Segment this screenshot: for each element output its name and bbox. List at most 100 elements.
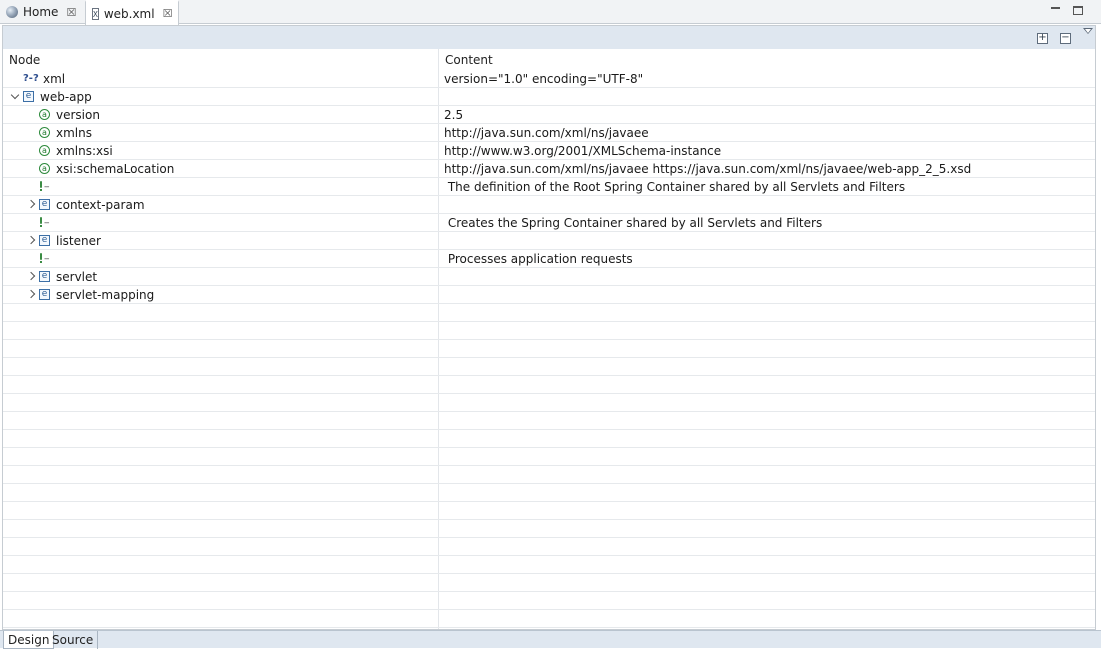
table-row[interactable]: e listener: [3, 232, 1095, 250]
node-cell: e listener: [25, 232, 101, 249]
table-row[interactable]: e web-app: [3, 88, 1095, 106]
table-row[interactable]: a xmlns:xsi http://www.w3.org/2001/XMLSche…: [3, 142, 1095, 160]
content-cell[interactable]: 2.5: [444, 106, 463, 123]
table-row[interactable]: ?-? xml version="1.0" encoding="UTF-8": [3, 70, 1095, 88]
table-row[interactable]: e servlet: [3, 268, 1095, 286]
xml-file-icon: X: [92, 7, 99, 20]
editor-tab-bar: Home ☒ X web.xml ☒: [0, 0, 1101, 25]
node-label: xmlns: [56, 125, 92, 140]
element-icon: e: [23, 91, 34, 102]
empty-row: [3, 340, 1095, 358]
comment-icon: --: [39, 181, 55, 192]
tab-home[interactable]: Home ☒: [0, 0, 84, 24]
comment-marker: --: [44, 218, 49, 228]
content-cell[interactable]: version="1.0" encoding="UTF-8": [444, 70, 643, 87]
maximize-button[interactable]: [1071, 3, 1085, 17]
tab-design[interactable]: Design: [3, 631, 55, 649]
empty-row: [3, 520, 1095, 538]
table-row[interactable]: -- Processes application requests: [3, 250, 1095, 268]
minus-box-icon[interactable]: −: [1060, 33, 1071, 44]
chevron-right-icon[interactable]: [25, 235, 36, 246]
empty-row: [3, 448, 1095, 466]
node-cell: --: [25, 250, 59, 267]
content-cell[interactable]: Processes application requests: [444, 250, 633, 267]
element-icon: e: [39, 199, 50, 210]
empty-row: [3, 430, 1095, 448]
node-cell: --: [25, 214, 59, 231]
table-row[interactable]: e servlet-mapping: [3, 286, 1095, 304]
node-cell: --: [25, 178, 59, 195]
plus-box-icon[interactable]: +: [1037, 33, 1048, 44]
tab-home-label: Home: [23, 5, 59, 19]
empty-row: [3, 394, 1095, 412]
comment-marker: --: [44, 182, 49, 192]
empty-row: [3, 484, 1095, 502]
empty-row: [3, 538, 1095, 556]
content-cell[interactable]: Creates the Spring Container shared by a…: [444, 214, 822, 231]
empty-row: [3, 592, 1095, 610]
table-row[interactable]: -- The definition of the Root Spring Con…: [3, 178, 1095, 196]
node-label: xsi:schemaLocation: [56, 161, 175, 176]
processing-instruction-icon: ?-?: [23, 73, 39, 84]
close-icon[interactable]: ☒: [66, 7, 76, 18]
element-icon: e: [39, 235, 50, 246]
element-icon: e: [39, 289, 50, 300]
content-cell[interactable]: The definition of the Root Spring Contai…: [444, 178, 905, 195]
node-label: version: [56, 107, 100, 122]
globe-icon: [6, 6, 18, 18]
node-cell: e servlet-mapping: [25, 286, 154, 303]
page-tab-bar: Design Source: [0, 630, 1101, 649]
tab-source[interactable]: Source: [48, 631, 99, 649]
content-cell[interactable]: http://www.w3.org/2001/XMLSchema-instanc…: [444, 142, 721, 159]
column-header-content[interactable]: Content: [445, 53, 493, 67]
node-cell: e web-app: [9, 88, 92, 105]
empty-row: [3, 376, 1095, 394]
empty-row: [3, 610, 1095, 628]
node-cell: a xmlns:xsi: [25, 142, 113, 159]
node-label: xml: [43, 71, 66, 86]
node-cell: e servlet: [25, 268, 97, 285]
empty-row: [3, 412, 1095, 430]
node-label: web-app: [40, 89, 92, 104]
node-cell: a xsi:schemaLocation: [25, 160, 174, 177]
table-header: Node Content: [3, 49, 1095, 70]
empty-row: [3, 466, 1095, 484]
attribute-icon: a: [39, 145, 50, 156]
table-row[interactable]: e context-param: [3, 196, 1095, 214]
element-icon: e: [39, 271, 50, 282]
xml-design-editor: + − Node Content ?-? xml version="1.0" enc…: [2, 25, 1096, 630]
minimize-button[interactable]: [1048, 3, 1062, 17]
chevron-right-icon[interactable]: [25, 271, 36, 282]
table-row[interactable]: a xmlns http://java.sun.com/xml/ns/javaee: [3, 124, 1095, 142]
table-row[interactable]: a xsi:schemaLocation http://java.sun.com/x…: [3, 160, 1095, 178]
comment-marker: --: [44, 254, 49, 264]
node-cell: e context-param: [25, 196, 145, 213]
comment-icon: --: [39, 217, 55, 228]
comment-icon: --: [39, 253, 55, 264]
content-cell[interactable]: http://java.sun.com/xml/ns/javaee https:…: [444, 160, 971, 177]
column-header-node[interactable]: Node: [9, 53, 40, 67]
node-label: listener: [56, 233, 101, 248]
attribute-icon: a: [39, 109, 50, 120]
empty-row: [3, 322, 1095, 340]
editor-toolbar: + −: [3, 26, 1095, 49]
node-label: servlet: [56, 269, 98, 284]
table-row[interactable]: a version 2.5: [3, 106, 1095, 124]
node-cell: ?-? xml: [9, 70, 65, 87]
attribute-icon: a: [39, 163, 50, 174]
content-cell[interactable]: http://java.sun.com/xml/ns/javaee: [444, 124, 649, 141]
chevron-down-icon[interactable]: [1083, 28, 1093, 34]
empty-row: [3, 574, 1095, 592]
empty-row: [3, 358, 1095, 376]
tab-web-xml-label: web.xml: [103, 6, 155, 21]
attribute-icon: a: [39, 127, 50, 138]
node-label: servlet-mapping: [56, 287, 155, 302]
xml-tree-table: Node Content ?-? xml version="1.0" encodin…: [3, 49, 1095, 629]
chevron-right-icon[interactable]: [25, 199, 36, 210]
close-icon[interactable]: ☒: [163, 8, 173, 19]
table-row[interactable]: -- Creates the Spring Container shared b…: [3, 214, 1095, 232]
tab-web-xml[interactable]: X web.xml ☒: [85, 0, 179, 25]
chevron-right-icon[interactable]: [25, 289, 36, 300]
node-cell: a xmlns: [25, 124, 92, 141]
chevron-down-icon[interactable]: [9, 91, 20, 102]
